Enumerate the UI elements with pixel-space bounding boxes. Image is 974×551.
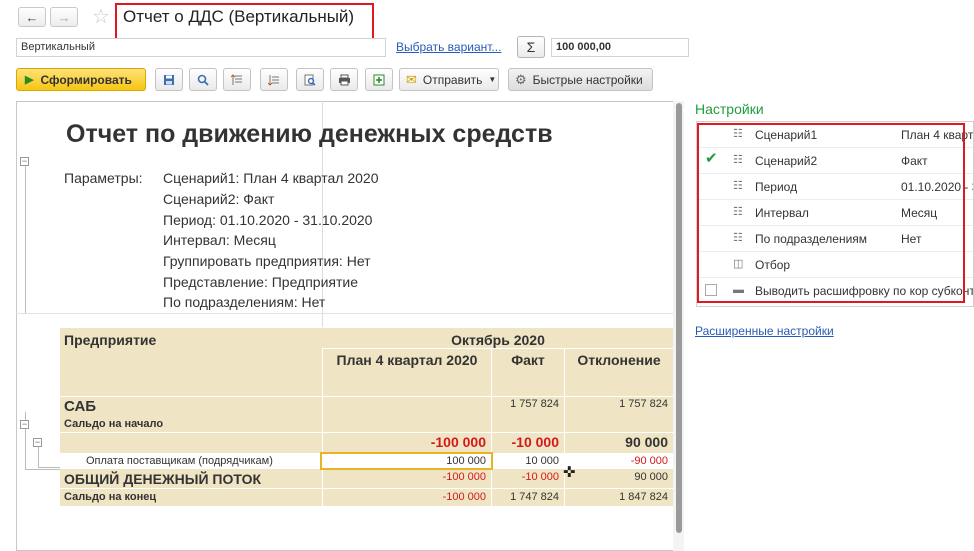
column-header-deviation: Отклонение: [577, 352, 661, 368]
chevron-down-icon: ▼: [488, 75, 497, 84]
collapse-group-icon[interactable]: −: [20, 420, 29, 429]
attach-button[interactable]: [365, 68, 393, 91]
forward-button[interactable]: →: [50, 7, 78, 27]
report-scrollbar-thumb[interactable]: [676, 103, 682, 533]
param-line: Сценарий2: Факт: [163, 191, 275, 207]
param-line: По подразделениям: Нет: [163, 294, 326, 310]
table-body-bg: [60, 396, 673, 506]
send-button[interactable]: ✉ Отправить ▼: [399, 68, 499, 91]
param-line: Интервал: Месяц: [163, 232, 276, 248]
row-label-opening-balance: Сальдо на начало: [64, 418, 164, 430]
cell-payment-fact: 10 000: [525, 455, 559, 467]
cell-subtotal-dev: 90 000: [625, 434, 668, 450]
cell-sab-dev: 1 757 824: [619, 398, 668, 410]
sum-field: 100 000,00: [551, 38, 689, 57]
find-button[interactable]: [189, 68, 217, 91]
cell-payment-plan-selected[interactable]: 100 000: [320, 452, 493, 470]
tree-line: [25, 166, 26, 314]
column-header-month: Октябрь 2020: [451, 332, 545, 348]
printer-icon: [338, 74, 350, 85]
cell-subtotal-plan: -100 000: [430, 434, 486, 450]
advanced-settings-link[interactable]: Расширенные настройки: [695, 324, 834, 338]
collapse-group-icon[interactable]: −: [33, 438, 42, 447]
report-title: Отчет по движению денежных средств: [66, 120, 553, 148]
preview-button[interactable]: [296, 68, 324, 91]
column-header-fact: Факт: [511, 352, 545, 368]
row-label-sab: САБ: [64, 398, 97, 415]
param-line: Сценарий1: План 4 квартал 2020: [163, 170, 379, 186]
collapse-group-icon[interactable]: −: [20, 157, 29, 166]
param-line: Период: 01.10.2020 - 31.10.2020: [163, 212, 373, 228]
grid-line: [60, 396, 673, 397]
params-label: Параметры:: [64, 170, 143, 186]
choose-variant-link[interactable]: Выбрать вариант...: [396, 40, 501, 54]
collapse-levels-icon: [268, 74, 279, 86]
cell-payment-dev: -90 000: [630, 455, 668, 467]
play-icon: ▶: [25, 74, 34, 86]
quick-settings-button[interactable]: ⚙ Быстрые настройки: [508, 68, 653, 91]
column-header-enterprise: Предприятие: [64, 332, 157, 348]
back-button[interactable]: ←: [18, 7, 46, 27]
sum-button[interactable]: Σ: [517, 36, 545, 58]
tree-line: [25, 469, 60, 470]
column-header-plan: План 4 квартал 2020: [336, 352, 478, 368]
row-label-total-flow: ОБЩИЙ ДЕНЕЖНЫЙ ПОТОК: [64, 471, 262, 487]
tree-line: [38, 446, 39, 467]
settings-highlight-frame: [697, 123, 965, 303]
tree-line: [38, 467, 60, 468]
quick-settings-label: Быстрые настройки: [532, 72, 643, 87]
send-label: Отправить: [422, 72, 483, 87]
cell-closing-fact: 1 747 824: [510, 491, 559, 503]
print-button[interactable]: [330, 68, 358, 91]
print-preview-icon: [304, 74, 316, 86]
generate-button[interactable]: ▶ Сформировать: [16, 68, 146, 91]
cell-total-flow-plan: -100 000: [442, 471, 486, 483]
cell-sab-fact: 1 757 824: [510, 398, 559, 410]
search-icon: [197, 74, 209, 86]
settings-title: Настройки: [695, 101, 764, 117]
grid-line: [60, 488, 673, 489]
gear-icon: ⚙: [515, 71, 527, 87]
expand-levels-icon: [231, 73, 242, 85]
arrow-left-icon: ←: [25, 9, 39, 25]
cell-closing-plan: -100 000: [442, 491, 486, 503]
row-label-payment: Оплата поставщикам (подрядчикам): [86, 455, 273, 467]
row-guide-line: [16, 313, 673, 314]
save-icon: [164, 74, 174, 85]
expand-groups-button[interactable]: [223, 68, 251, 91]
param-line: Представление: Предприятие: [163, 274, 359, 290]
collapse-groups-button[interactable]: [260, 68, 288, 91]
generate-label: Сформировать: [40, 72, 132, 87]
cell-subtotal-fact: -10 000: [511, 434, 559, 450]
cell-total-flow-fact: -10 000: [521, 471, 559, 483]
cell-closing-dev: 1 847 824: [619, 491, 668, 503]
arrow-right-icon: →: [57, 9, 71, 25]
row-label-closing-balance: Сальдо на конец: [64, 491, 157, 503]
envelope-icon: ✉: [406, 71, 417, 87]
favorite-star-icon[interactable]: ☆: [92, 4, 110, 29]
attach-file-icon: [373, 74, 385, 85]
param-line: Группировать предприятия: Нет: [163, 253, 371, 269]
header-divider: [323, 348, 673, 349]
save-button[interactable]: [155, 68, 183, 91]
grid-line: [60, 432, 673, 433]
cell-total-flow-dev: 90 000: [634, 471, 668, 483]
variant-field[interactable]: Вертикальный: [16, 38, 386, 57]
